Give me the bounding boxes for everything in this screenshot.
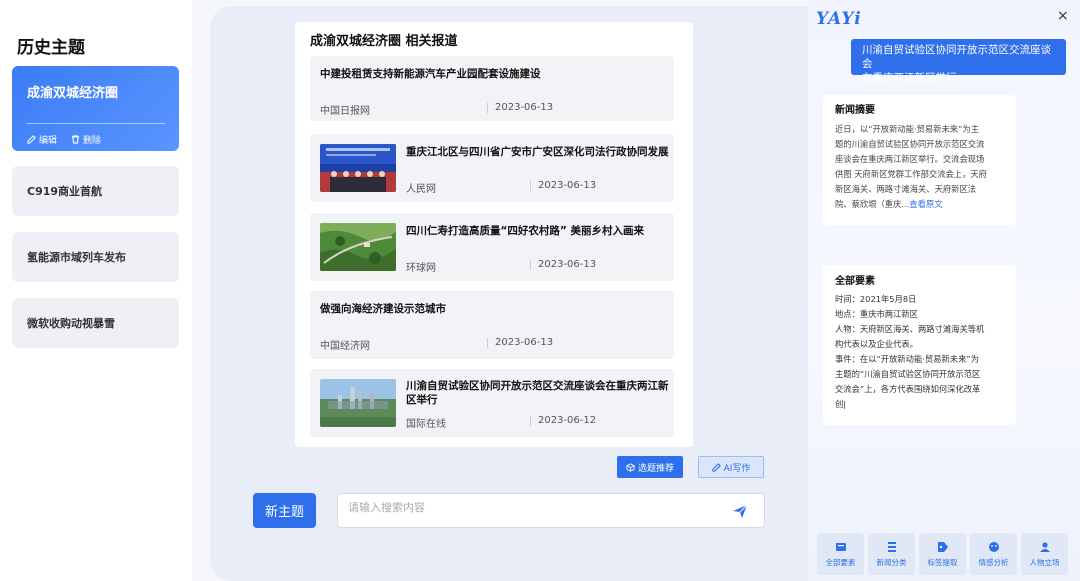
search-box [337, 493, 765, 528]
news-item[interactable]: 四川仁寿打造高质量“四好农村路” 美丽乡村入画来 环球网 2023-06-13 [310, 213, 674, 281]
news-summary-card: 新闻摘要 近日，以“开放新动能·贸易新未来”为主 题的川渝自贸试验区协同开放示范… [823, 95, 1016, 225]
news-date: 2023-06-13 [538, 259, 597, 270]
topic-label: 氢能源市域列车发布 [27, 251, 126, 264]
elements-line: 交流会”上，各方代表围绕如何深化改革 [835, 384, 981, 394]
topic-label: C919商业首航 [27, 185, 103, 198]
close-button[interactable]: × [1057, 8, 1069, 24]
cube-icon [626, 462, 635, 472]
elements-line: 地点：重庆市两江新区 [835, 309, 918, 319]
summary-line: 座谈会在重庆两江新区举行。交流会现场 [835, 154, 985, 164]
news-title-line: 川渝自贸试验区协同开放示范区交流座谈会在重庆两江新 [406, 380, 669, 392]
bubble-line: 在重庆两江新区举行 [862, 72, 957, 84]
tool-label: 全部要素 [825, 557, 856, 567]
news-thumbnail [320, 223, 396, 271]
tool-label: 标签提取 [927, 557, 958, 567]
person-icon [1039, 541, 1050, 552]
tool-person-stance-button[interactable]: 人物立场 [1021, 533, 1068, 575]
search-input[interactable] [348, 502, 708, 514]
topic-item-microsoft[interactable]: 微软收购动视暴雪 [12, 298, 179, 348]
tool-news-classify-button[interactable]: 新闻分类 [868, 533, 915, 575]
summary-line: 近日，以“开放新动能·贸易新未来”为主 [835, 124, 979, 134]
news-title: 川渝自贸试验区协同开放示范区交流座谈会在重庆两江新 区举行 [406, 379, 669, 407]
elements-line: 创| [835, 399, 847, 409]
pencil-icon [711, 462, 721, 472]
topic-label: 成渝双城经济圈 [27, 86, 119, 101]
elements-line: 时间：2021年5月8日 [835, 294, 917, 304]
summary-line: 题的川渝自贸试验区协同开放示范区交流 [835, 139, 985, 149]
news-date: 2023-06-13 [495, 102, 554, 113]
topic-label: 微软收购动视暴雪 [27, 317, 115, 330]
news-date: 2023-06-13 [495, 337, 554, 348]
news-source: 中国经济网 [320, 341, 370, 352]
news-title: 中建投租赁支持新能源汽车产业园配套设施建设 [320, 68, 541, 80]
sidebar-title: 历史主题 [17, 38, 85, 58]
delete-label: 删除 [83, 136, 102, 146]
new-topic-button[interactable]: 新主题 [253, 493, 316, 528]
ai-write-label: AI写作 [723, 463, 751, 474]
news-item[interactable]: 重庆江北区与四川省广安市广安区深化司法行政协同发展 人民网 2023-06-13 [310, 134, 674, 202]
trash-icon [71, 135, 80, 144]
elements-text: 时间：2021年5月8日 地点：重庆市两江新区 人物：天府新区海关、两路寸滩海关… [835, 292, 1008, 412]
tool-sentiment-button[interactable]: 情感分析 [970, 533, 1017, 575]
history-sidebar: 历史主题 成渝双城经济圈 编辑 删除 C919商业首航 氢能源市域列车发布 微软… [0, 0, 192, 581]
topic-recommend-button[interactable]: 选题推荐 [617, 456, 683, 478]
topic-recommend-label: 选题推荐 [637, 463, 674, 474]
news-item[interactable]: 中建投租赁支持新能源汽车产业园配套设施建设 中国日报网 2023-06-13 [310, 56, 674, 121]
separator [487, 338, 488, 348]
sort-icon [887, 541, 896, 552]
news-item[interactable]: 做强向海经济建设示范城市 中国经济网 2023-06-13 [310, 291, 674, 359]
tool-all-elements-button[interactable]: 全部要素 [817, 533, 864, 575]
news-date: 2023-06-13 [538, 180, 597, 191]
elements-line: 构代表以及企业代表。 [835, 339, 918, 349]
news-title: 做强向海经济建设示范城市 [320, 303, 446, 315]
summary-line: 新区海关、两路寸滩海关、天府新区法 [835, 184, 977, 194]
chat-bubble-user: 川渝自贸试验区协同开放示范区交流座谈会 在重庆两江新区举行 [851, 39, 1066, 84]
tag-icon [937, 541, 948, 552]
separator [530, 260, 531, 270]
news-item[interactable]: 川渝自贸试验区协同开放示范区交流座谈会在重庆两江新 区举行 国际在线 2023-… [310, 369, 674, 437]
send-icon[interactable] [732, 503, 748, 519]
news-source: 国际在线 [406, 419, 446, 430]
pencil-icon [27, 135, 36, 144]
news-source: 环球网 [406, 263, 436, 274]
ai-write-button[interactable]: AI写作 [698, 456, 764, 478]
news-title: 四川仁寿打造高质量“四好农村路” 美丽乡村入画来 [406, 225, 644, 237]
summary-line: 供图 天府新区党群工作部交流会上，天府 [835, 169, 987, 179]
bubble-line: 川渝自贸试验区协同开放示范区交流座谈会 [862, 44, 1051, 70]
news-thumbnail [320, 379, 396, 427]
elements-heading: 全部要素 [835, 276, 875, 287]
separator [487, 103, 488, 113]
elements-line: 事件：在以“开放新动能·贸易新未来”为 [835, 354, 979, 364]
delete-topic-button[interactable]: 删除 [71, 133, 101, 146]
tool-tag-extract-button[interactable]: 标签提取 [919, 533, 966, 575]
summary-text: 近日，以“开放新动能·贸易新未来”为主 题的川渝自贸试验区协同开放示范区交流 座… [835, 122, 1008, 212]
view-original-link[interactable]: 查看原文 [909, 199, 942, 209]
news-source: 人民网 [406, 184, 436, 195]
elements-line: 人物：天府新区海关、两路寸滩海关等机 [835, 324, 985, 334]
summary-line: 院、蔡欣垠（重庆... [835, 199, 910, 209]
elements-line: 主题的“川渝自贸试验区协同开放示范区 [835, 369, 981, 379]
tool-label: 人物立场 [1029, 557, 1060, 567]
news-title-line: 区举行 [406, 394, 438, 406]
tool-label: 新闻分类 [876, 557, 907, 567]
news-title: 重庆江北区与四川省广安市广安区深化司法行政协同发展 [406, 146, 669, 158]
layers-icon [835, 542, 846, 551]
separator [530, 416, 531, 426]
news-heading: 成渝双城经济圈 相关报道 [310, 34, 458, 49]
news-source: 中国日报网 [320, 106, 370, 117]
news-date: 2023-06-12 [538, 415, 597, 426]
yayi-logo: YAYi [816, 9, 862, 29]
news-thumbnail [320, 144, 396, 192]
edit-label: 编辑 [39, 136, 58, 146]
separator [530, 181, 531, 191]
summary-heading: 新闻摘要 [835, 105, 875, 116]
edit-topic-button[interactable]: 编辑 [27, 133, 57, 146]
tool-label: 情感分析 [978, 557, 1009, 567]
all-elements-card: 全部要素 时间：2021年5月8日 地点：重庆市两江新区 人物：天府新区海关、两… [823, 265, 1016, 425]
topic-item-c919[interactable]: C919商业首航 [12, 166, 179, 216]
topic-item-chengyu[interactable]: 成渝双城经济圈 编辑 删除 [12, 66, 179, 151]
emotion-icon [988, 541, 999, 552]
divider [26, 123, 165, 124]
topic-item-hydrogen[interactable]: 氢能源市域列车发布 [12, 232, 179, 282]
